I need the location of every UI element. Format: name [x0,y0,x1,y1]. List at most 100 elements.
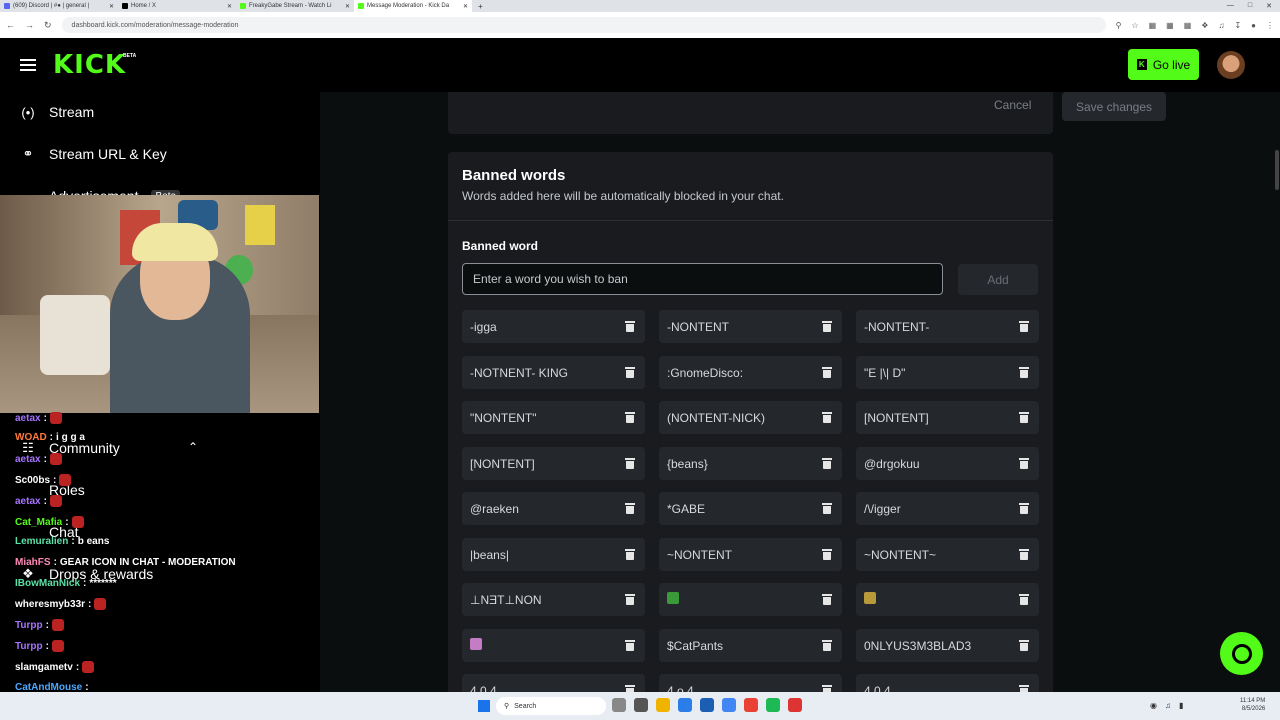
banned-word-text: (NONTENT-NICK) [667,410,765,425]
sidebar-item-stream-url-key[interactable]: ⚭ Stream URL & Key [20,146,167,162]
help-support-button[interactable] [1220,632,1263,675]
minimize-icon[interactable]: — [1227,2,1234,10]
app-icon[interactable] [612,698,626,712]
close-window-icon[interactable]: ✕ [1266,2,1272,10]
trash-icon[interactable] [1019,412,1029,423]
hamburger-menu-icon[interactable] [20,59,36,71]
trash-icon[interactable] [1019,594,1029,605]
go-live-button[interactable]: K Go live [1128,49,1199,80]
volume-icon[interactable]: ♫ [1165,701,1171,710]
chat-username[interactable]: aetax [15,454,41,465]
reload-icon[interactable]: ↻ [44,20,52,31]
kick-logo[interactable]: KICK [53,52,126,78]
trash-icon[interactable] [822,458,832,469]
app-icon[interactable] [700,698,714,712]
chat-username[interactable]: Cat_Mafia [15,517,62,528]
extension-icon[interactable]: ▦ [1184,21,1192,30]
trash-icon[interactable] [625,412,635,423]
trash-icon[interactable] [822,367,832,378]
back-icon[interactable]: ← [6,20,15,31]
battery-icon[interactable]: ▮ [1179,701,1183,710]
trash-icon[interactable] [822,549,832,560]
trash-icon[interactable] [1019,321,1029,332]
cancel-button[interactable]: Cancel [994,98,1031,112]
downloads-icon[interactable]: ↧ [1234,21,1241,30]
trash-icon[interactable] [1019,640,1029,651]
url-field[interactable]: dashboard.kick.com/moderation/message-mo… [61,17,1106,33]
banned-word-chip: "E |\| D" [856,356,1039,389]
menu-kebab-icon[interactable]: ⋮ [1266,21,1274,30]
save-changes-button[interactable]: Save changes [1062,92,1166,121]
trash-icon[interactable] [822,594,832,605]
trash-icon[interactable] [625,549,635,560]
new-tab-button[interactable]: + [472,2,489,11]
chat-username[interactable]: slamgametv [15,662,73,673]
chat-username[interactable]: WOAD [15,432,47,443]
browser-tab[interactable]: FreakyGabe Stream - Watch Li ✕ [236,0,354,12]
banned-word-input[interactable] [462,263,943,295]
trash-icon[interactable] [625,594,635,605]
trash-icon[interactable] [1019,503,1029,514]
chat-username[interactable]: Turpp [15,641,43,652]
forward-icon[interactable]: → [25,20,34,31]
windows-start-icon[interactable] [478,700,490,712]
banned-word-chip: /\/igger [856,492,1039,525]
trash-icon[interactable] [1019,458,1029,469]
chat-username[interactable]: wheresmyb33r [15,599,85,610]
extension-icon[interactable]: ▦ [1149,21,1157,30]
file-explorer-icon[interactable] [656,698,670,712]
add-word-button[interactable]: Add [958,264,1038,295]
banned-word-text: :GnomeDisco: [667,365,744,380]
sidebar-item-stream[interactable]: (•) Stream [20,104,94,120]
wifi-icon[interactable]: ◉ [1150,701,1157,710]
trash-icon[interactable] [625,503,635,514]
taskbar-search[interactable]: ⚲ Search [496,697,606,715]
trash-icon[interactable] [822,503,832,514]
taskbar-clock[interactable]: 11:14 PM 8/5/2026 [1240,697,1265,713]
trash-icon[interactable] [625,321,635,332]
profile-icon[interactable]: ● [1251,21,1256,30]
chat-username[interactable]: IBowManNick [15,578,80,589]
browser-tab[interactable]: (609) Discord | #● | general | ✕ [0,0,118,12]
chat-username[interactable]: Lemuralien [15,536,68,547]
tab-favicon-icon [358,3,364,9]
app-icon[interactable] [634,698,648,712]
banned-word-chip: 0NLYUS3M3BLAD3 [856,629,1039,662]
bookmark-star-icon[interactable]: ☆ [1131,21,1138,30]
app-icon[interactable] [722,698,736,712]
extensions-puzzle-icon[interactable]: ❖ [1201,21,1208,30]
browser-tab[interactable]: Home / X ✕ [118,0,236,12]
browser-tab[interactable]: Message Moderation - Kick Da ✕ [354,0,472,12]
app-icon[interactable] [788,698,802,712]
trash-icon[interactable] [1019,367,1029,378]
close-tab-icon[interactable]: ✕ [463,3,468,10]
tab-favicon-icon [122,3,128,9]
close-tab-icon[interactable]: ✕ [227,3,232,10]
chat-username[interactable]: Sc00bs [15,475,50,486]
user-avatar[interactable] [1217,51,1245,79]
close-tab-icon[interactable]: ✕ [109,3,114,10]
zoom-icon[interactable]: ⚲ [1116,21,1122,30]
chat-message: aetax : [15,412,62,424]
trash-icon[interactable] [1019,549,1029,560]
chrome-icon[interactable] [744,698,758,712]
close-tab-icon[interactable]: ✕ [345,3,350,10]
chat-username[interactable]: aetax [15,413,41,424]
trash-icon[interactable] [822,640,832,651]
trash-icon[interactable] [822,412,832,423]
chat-username[interactable]: MiahFS [15,557,51,568]
media-control-icon[interactable]: ♫ [1218,21,1224,30]
trash-icon[interactable] [625,458,635,469]
maximize-icon[interactable]: □ [1248,2,1252,10]
extension-icon[interactable]: ▦ [1166,21,1174,30]
chat-username[interactable]: Turpp [15,620,43,631]
chat-text: ******* [89,578,117,589]
trash-icon[interactable] [822,321,832,332]
chevron-up-icon[interactable]: ⌃ [188,440,198,454]
spotify-icon[interactable] [766,698,780,712]
page-scrollbar[interactable] [1275,150,1279,190]
trash-icon[interactable] [625,367,635,378]
trash-icon[interactable] [625,640,635,651]
edge-icon[interactable] [678,698,692,712]
chat-username[interactable]: aetax [15,496,41,507]
